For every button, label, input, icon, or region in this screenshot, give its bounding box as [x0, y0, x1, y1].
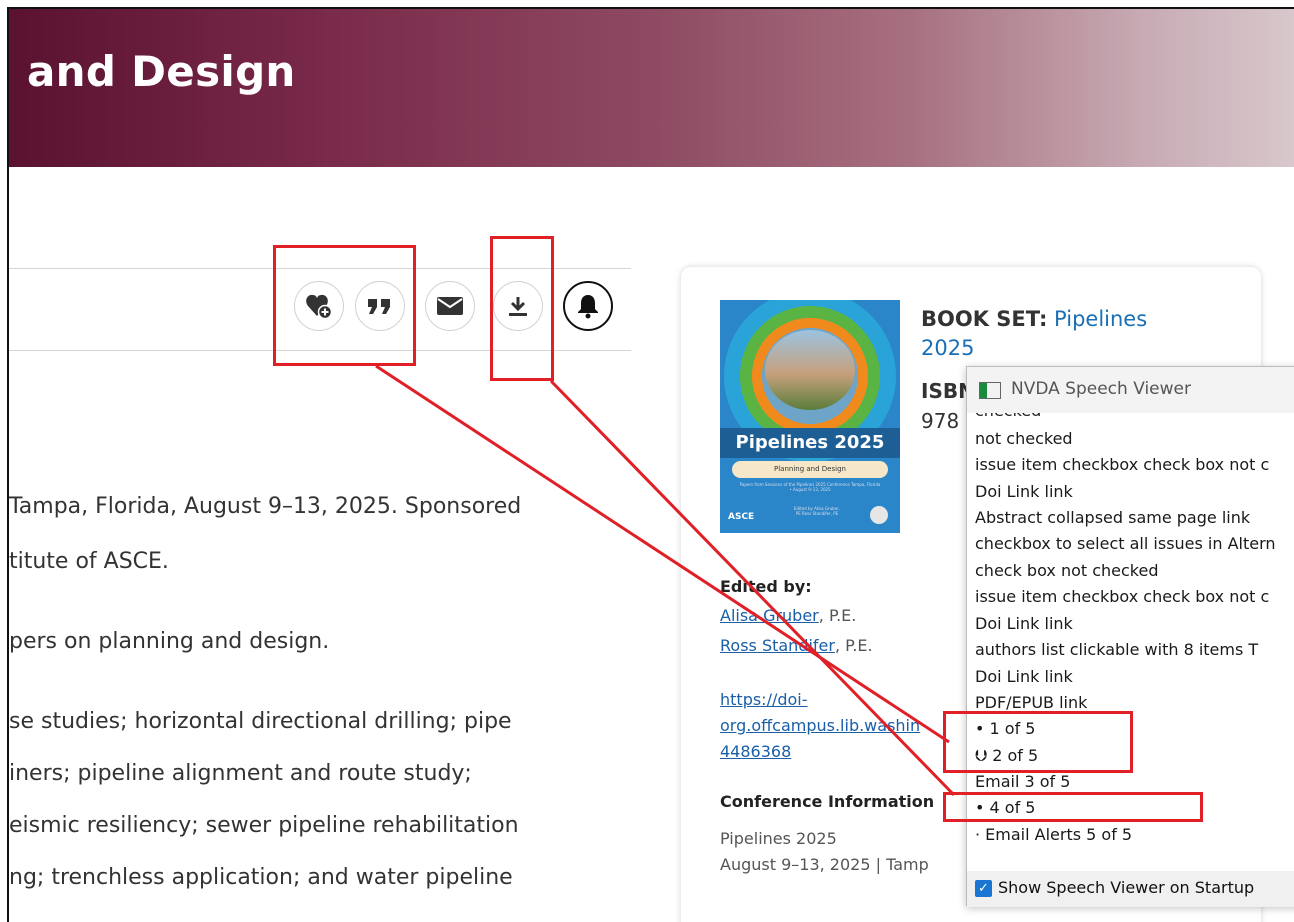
abstract-line-6: eismic resiliency; sewer pipeline rehabi… [9, 813, 519, 838]
nvda-log-line: Doi Link link [975, 667, 1073, 686]
nvda-log-line: checked [975, 413, 1041, 420]
annotation-box-item-4 [943, 792, 1203, 822]
book-set-heading: BOOK SET: Pipelines 2025 [921, 305, 1191, 363]
isbn-value: 978 [921, 409, 960, 433]
nvda-log-line: check box not checked [975, 561, 1159, 580]
nvda-titlebar[interactable]: NVDA Speech Viewer [967, 367, 1294, 413]
editor-link[interactable]: Alisa Gruber [720, 606, 819, 625]
cover-small-text: Papers from Sessions of the Pipelines 20… [739, 482, 881, 492]
nvda-app-icon [979, 382, 1001, 399]
abstract-line-3: pers on planning and design. [9, 629, 330, 654]
editor-row: Alisa Gruber, P.E. [720, 606, 856, 625]
nvda-log-line: not checked [975, 429, 1073, 448]
email-button[interactable] [425, 281, 475, 331]
nvda-log-line: PDF/EPUB link [975, 693, 1088, 712]
editor-suffix: , P.E. [834, 636, 873, 655]
doi-line: 4486368 [720, 742, 792, 761]
cover-subtitle: Planning and Design [732, 461, 888, 478]
doi-link[interactable]: https://doi- org.offcampus.lib.washin 44… [720, 687, 970, 765]
page-frame: and Design Tampa, Florida, August 9–13, … [7, 7, 1294, 922]
nvda-log-line: Email 3 of 5 [975, 772, 1071, 791]
nvda-window-title: NVDA Speech Viewer [1011, 379, 1191, 399]
editor-suffix: , P.E. [818, 606, 857, 625]
edited-by-label: Edited by: [720, 577, 812, 596]
nvda-speech-viewer: NVDA Speech Viewer checked not checked i… [966, 366, 1294, 907]
cover-skyline [765, 330, 855, 410]
cover-publisher: ASCE [728, 512, 755, 522]
conference-name: Pipelines 2025 [720, 829, 837, 848]
abstract-line-2: titute of ASCE. [9, 549, 169, 574]
abstract-line-1: Tampa, Florida, August 9–13, 2025. Spons… [9, 494, 522, 519]
editor-row: Ross Standifer, P.E. [720, 636, 873, 655]
abstract-line-4: se studies; horizontal directional drill… [9, 709, 512, 734]
cover-editors: Edited by Alisa Gruber, PE Ross Standife… [793, 506, 841, 516]
editor-link[interactable]: Ross Standifer [720, 636, 835, 655]
show-on-startup-checkbox[interactable]: ✓ [975, 880, 992, 897]
conference-dates: August 9–13, 2025 | Tamp [720, 855, 929, 874]
nvda-log-line: Doi Link link [975, 614, 1073, 633]
page-title: and Design [27, 47, 296, 96]
annotation-box-download [490, 236, 554, 381]
nvda-log-line: authors list clickable with 8 items T [975, 640, 1259, 659]
abstract-line-7: ng; trenchless application; and water pi… [9, 865, 513, 890]
hero-banner: and Design [9, 9, 1294, 167]
nvda-log-line: Abstract collapsed same page link [975, 508, 1251, 527]
cover-seal [870, 506, 888, 524]
nvda-log-line: · Email Alerts 5 of 5 [975, 825, 1133, 844]
nvda-log-line: issue item checkbox check box not c [975, 587, 1270, 606]
envelope-icon [437, 297, 463, 315]
doi-line: org.offcampus.lib.washin [720, 716, 921, 735]
nvda-log-line: checkbox to select all issues in Altern [975, 534, 1276, 553]
doi-line: https://doi- [720, 690, 808, 709]
annotation-box-items-1-2 [943, 711, 1133, 773]
annotation-box-favorite-cite [273, 245, 416, 366]
nvda-log-line: issue item checkbox check box not c [975, 455, 1270, 474]
alert-button[interactable] [563, 281, 613, 331]
nvda-log-line: Doi Link link [975, 482, 1073, 501]
nvda-footer: ✓ Show Speech Viewer on Startup [967, 871, 1294, 907]
conference-info-label: Conference Information [720, 792, 935, 811]
book-set-label: BOOK SET: [921, 307, 1048, 331]
show-on-startup-label: Show Speech Viewer on Startup [998, 878, 1255, 897]
book-cover[interactable]: Pipelines 2025 Planning and Design Paper… [720, 300, 900, 533]
bell-icon [578, 295, 598, 319]
abstract-line-5: iners; pipeline alignment and route stud… [9, 761, 472, 786]
cover-title: Pipelines 2025 [720, 428, 900, 458]
